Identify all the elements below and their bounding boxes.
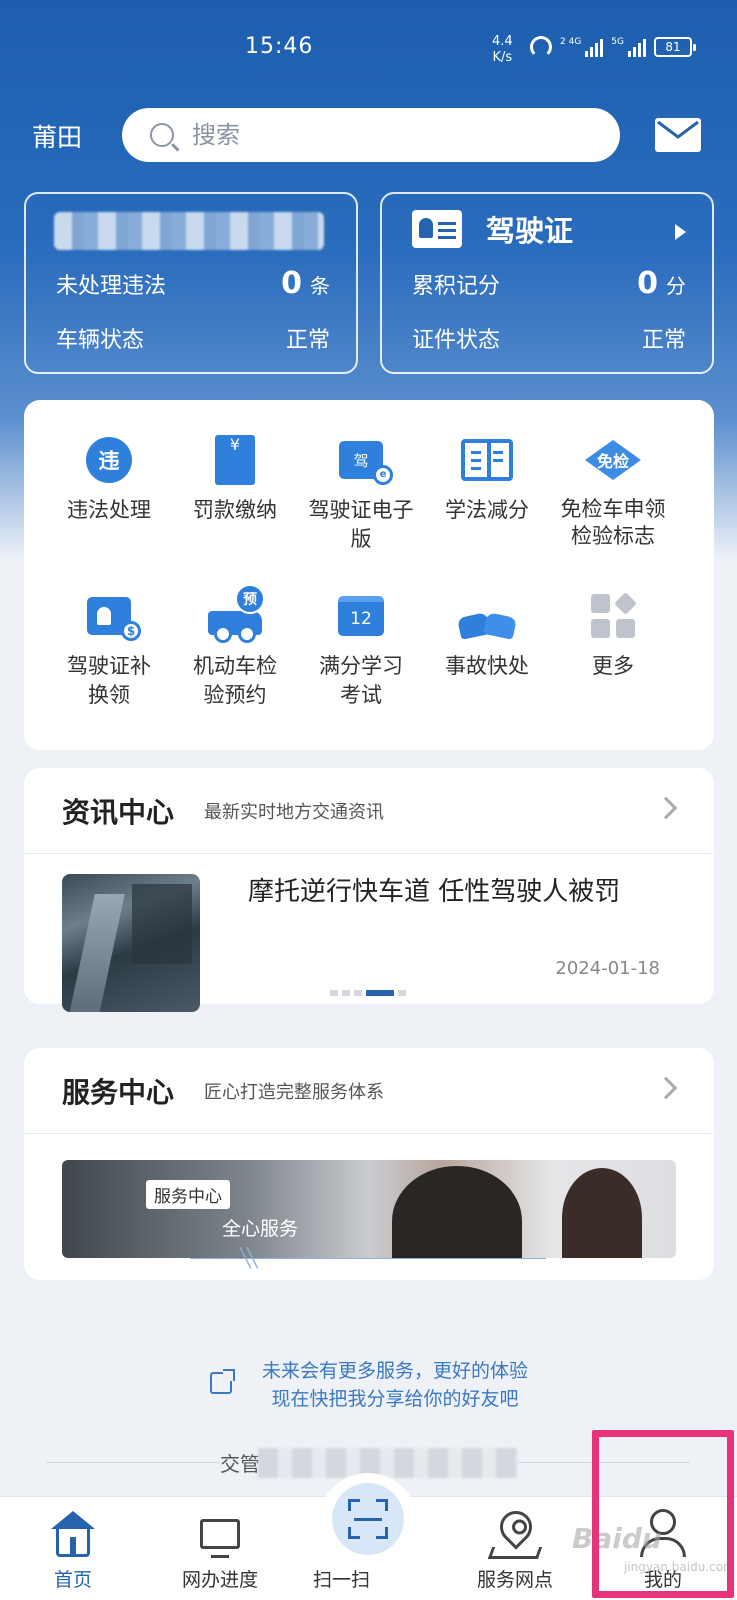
vehicle-status-row: 车辆状态 正常 [56, 322, 330, 354]
service-center-header[interactable]: 服务中心 匠心打造完整服务体系 [24, 1048, 714, 1134]
license-renew-icon: $ [81, 588, 141, 644]
license-title: 驾驶证 [412, 208, 573, 250]
battery-icon: 81 [654, 37, 696, 57]
tab-service-points[interactable]: 服务网点 [460, 1497, 570, 1600]
news-thumbnail[interactable] [62, 874, 200, 1012]
exempt-icon: 免检 [585, 432, 641, 488]
scan-icon [348, 1499, 388, 1539]
violations-row: 未处理违法 0条 [56, 266, 330, 301]
license-plate-blurred [54, 212, 324, 250]
service-center-title: 服务中心 [62, 1075, 175, 1109]
hotspot-icon [530, 36, 552, 58]
news-panel: 资讯中心 最新实时地方交通资讯 摩托逆行快车道 任性驾驶人被罚 2024-01-… [24, 768, 714, 1012]
chevron-right-icon [654, 1076, 678, 1100]
news-header[interactable]: 资讯中心 最新实时地方交通资讯 [24, 768, 714, 854]
signal-5g-icon: 5G [611, 37, 646, 57]
monitor-icon [200, 1519, 240, 1558]
service-study-reduce[interactable]: 学法减分 [422, 432, 552, 525]
license-card[interactable]: 驾驶证 累积记分 0分 证件状态 正常 [380, 192, 714, 374]
status-time: 15:46 [245, 34, 314, 59]
service-center-subtitle: 匠心打造完整服务体系 [204, 1081, 385, 1103]
service-banner[interactable]: 服务中心 全心服务 [62, 1160, 676, 1258]
news-date: 2024-01-18 [555, 958, 660, 979]
points-row: 累积记分 0分 [412, 266, 686, 301]
mail-icon[interactable] [655, 118, 701, 156]
banner-tag: 服务中心 [146, 1180, 230, 1209]
service-license-renew[interactable]: $ 驾驶证补换领 [44, 588, 174, 710]
decorative-slash: ╲╲ [240, 1248, 258, 1269]
car-crash-icon [457, 588, 517, 644]
license-status-value: 正常 [641, 328, 686, 353]
truck-icon: 预 [207, 584, 265, 644]
calendar-icon: 12 [333, 588, 389, 644]
license-status-row: 证件状态 正常 [412, 322, 686, 354]
service-inspection-exempt[interactable]: 免检 免检车申领检验标志 [548, 432, 678, 550]
service-fine-payment[interactable]: ¥ 罚款缴纳 [170, 432, 300, 525]
service-accident-quick[interactable]: 事故快处 [422, 588, 552, 681]
tab-home[interactable]: 首页 [18, 1497, 128, 1600]
service-inspection-booking[interactable]: 预 机动车检验预约 [170, 584, 300, 710]
share-icon[interactable] [210, 1369, 235, 1394]
chevron-right-icon [654, 796, 678, 820]
vehicle-status-value: 正常 [285, 328, 330, 353]
arrow-right-icon [675, 224, 686, 240]
violations-count: 0 [281, 266, 302, 301]
e-license-icon: 驾e [333, 432, 393, 488]
share-message[interactable]: 未来会有更多服务，更好的体验 现在快把我分享给你的好友吧 [250, 1357, 540, 1413]
news-title: 资讯中心 [62, 795, 175, 829]
receipt-icon: ¥ [207, 432, 263, 488]
service-e-license[interactable]: 驾e 驾驶证电子版 [296, 432, 426, 554]
service-full-score-exam[interactable]: 12 满分学习考试 [296, 588, 426, 710]
vehicle-card[interactable]: 未处理违法 0条 车辆状态 正常 [24, 192, 358, 374]
book-icon [459, 432, 515, 488]
service-violation[interactable]: 违 违法处理 [44, 432, 174, 525]
news-subtitle: 最新实时地方交通资讯 [204, 801, 385, 823]
banner-image [392, 1166, 522, 1258]
violation-icon: 违 [81, 432, 137, 488]
points-value: 0 [637, 266, 658, 301]
news-headline[interactable]: 摩托逆行快车道 任性驾驶人被罚 [248, 872, 668, 912]
tab-scan[interactable]: 扫一扫 [313, 1473, 418, 1591]
status-icons: 2 4G 5G 81 [530, 36, 696, 58]
more-grid-icon [585, 588, 641, 644]
service-center-panel: 服务中心 匠心打造完整服务体系 服务中心 全心服务 [24, 1048, 714, 1280]
watermark-logo: Baidu [572, 1522, 662, 1555]
search-bar[interactable] [122, 108, 620, 162]
home-icon [51, 1511, 95, 1557]
search-input[interactable] [192, 121, 572, 149]
carousel-dots [330, 990, 406, 996]
city-selector[interactable]: 莆田 [32, 118, 82, 154]
status-bar: 15:46 4.4 K/s 2 4G 5G 81 [0, 0, 737, 100]
watermark-url: jingyan.baidu.com [624, 1560, 735, 1574]
services-grid: 违 违法处理 ¥ 罚款缴纳 驾e 驾驶证电子版 学法减分 免检 免检车申领检验标… [24, 400, 714, 750]
location-pin-icon [493, 1504, 539, 1550]
tab-progress[interactable]: 网办进度 [165, 1497, 275, 1600]
footer-blurred [258, 1448, 518, 1478]
service-more[interactable]: 更多 [548, 588, 678, 681]
banner-text: 全心服务 [222, 1218, 299, 1240]
network-speed: 4.4 K/s [492, 34, 513, 65]
signal-icon: 2 4G [560, 37, 604, 57]
id-card-icon [412, 210, 462, 248]
search-icon [150, 123, 174, 147]
